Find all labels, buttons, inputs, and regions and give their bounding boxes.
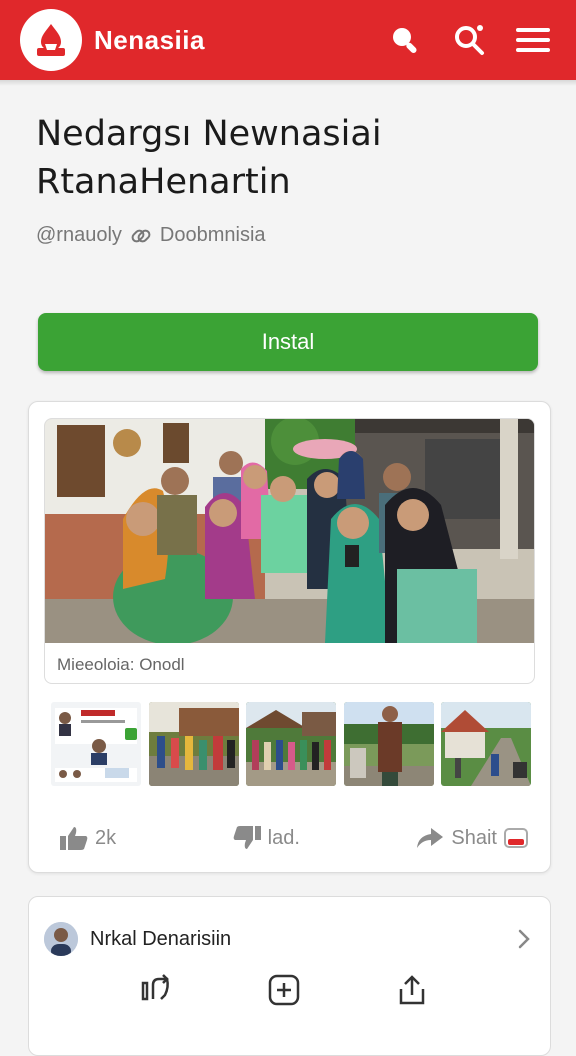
- related-author-name: Nrkal Denarisiin: [90, 927, 232, 950]
- repost-icon[interactable]: [139, 973, 173, 1003]
- app-logo[interactable]: [20, 9, 82, 71]
- app-bar: Nenasiia: [0, 0, 576, 80]
- thumbs-up-icon: [60, 827, 88, 850]
- related-action-bar: [139, 973, 429, 1007]
- share-arrow-icon: [417, 828, 444, 848]
- article-title-line-2: RtanaHenartin: [36, 162, 291, 202]
- related-card: Nrkal Denarisiin: [28, 896, 551, 1056]
- search-icon: [393, 28, 417, 53]
- search-button[interactable]: [382, 17, 428, 63]
- app-brand-name: Nenasiia: [94, 24, 205, 55]
- man-portrait-thumbnail: [343, 702, 434, 786]
- search-sparkle-icon: [455, 25, 484, 55]
- thumbnail-strip: [51, 702, 531, 788]
- byline-author[interactable]: @rnauoly: [36, 224, 122, 247]
- thumbnail-3[interactable]: [246, 702, 336, 786]
- byline-source[interactable]: Doobmnisia: [160, 224, 266, 247]
- share-label: Shait: [451, 826, 497, 849]
- menu-button[interactable]: [510, 17, 556, 63]
- share-button[interactable]: Shait: [415, 826, 529, 850]
- photo-caption: Mieeoloia: Onodl: [57, 655, 185, 674]
- news-screenshot-thumbnail: [51, 702, 141, 786]
- notification-badge-icon: [504, 828, 528, 848]
- hamburger-menu-icon: [516, 28, 550, 52]
- thumbnail-5[interactable]: [441, 702, 531, 786]
- avatar[interactable]: [44, 922, 78, 956]
- logo-icon: [37, 24, 65, 56]
- add-icon[interactable]: [267, 973, 301, 1007]
- group-photo-image: [45, 419, 534, 643]
- thumbnail-4[interactable]: [343, 702, 434, 786]
- like-button[interactable]: 2k: [59, 825, 116, 851]
- village-road-thumbnail: [441, 702, 531, 786]
- article-byline: @rnauoly Doobmnisia: [36, 224, 266, 247]
- thumbnail-1[interactable]: [51, 702, 141, 786]
- chevron-right-icon[interactable]: [514, 928, 534, 950]
- install-button[interactable]: Instal: [38, 313, 538, 371]
- link-icon: [131, 229, 151, 242]
- article-title-line-1: Nedargsı Newnasiai: [36, 114, 382, 154]
- upload-share-icon[interactable]: [395, 973, 429, 1007]
- article-title: Nedargsı Newnasiai RtanaHenartin: [36, 110, 546, 206]
- discover-button[interactable]: [446, 17, 492, 63]
- village-crowd-thumbnail: [246, 702, 336, 786]
- dislike-button[interactable]: lad.: [232, 825, 300, 851]
- thumbnail-2[interactable]: [148, 702, 239, 786]
- app-bar-shadow: [0, 80, 576, 86]
- main-photo-frame[interactable]: Mieeoloia: Onodl: [44, 418, 535, 684]
- thumbs-down-icon: [233, 826, 261, 849]
- avatar-image: [44, 922, 78, 956]
- reaction-bar: 2k lad. Shait: [59, 820, 529, 856]
- village-street-thumbnail: [148, 702, 239, 786]
- related-author-row[interactable]: Nrkal Denarisiin: [44, 919, 534, 959]
- dislike-label: lad.: [267, 826, 300, 849]
- like-count: 2k: [95, 826, 117, 849]
- media-card: Mieeoloia: Onodl 2k lad. Shait: [28, 401, 551, 873]
